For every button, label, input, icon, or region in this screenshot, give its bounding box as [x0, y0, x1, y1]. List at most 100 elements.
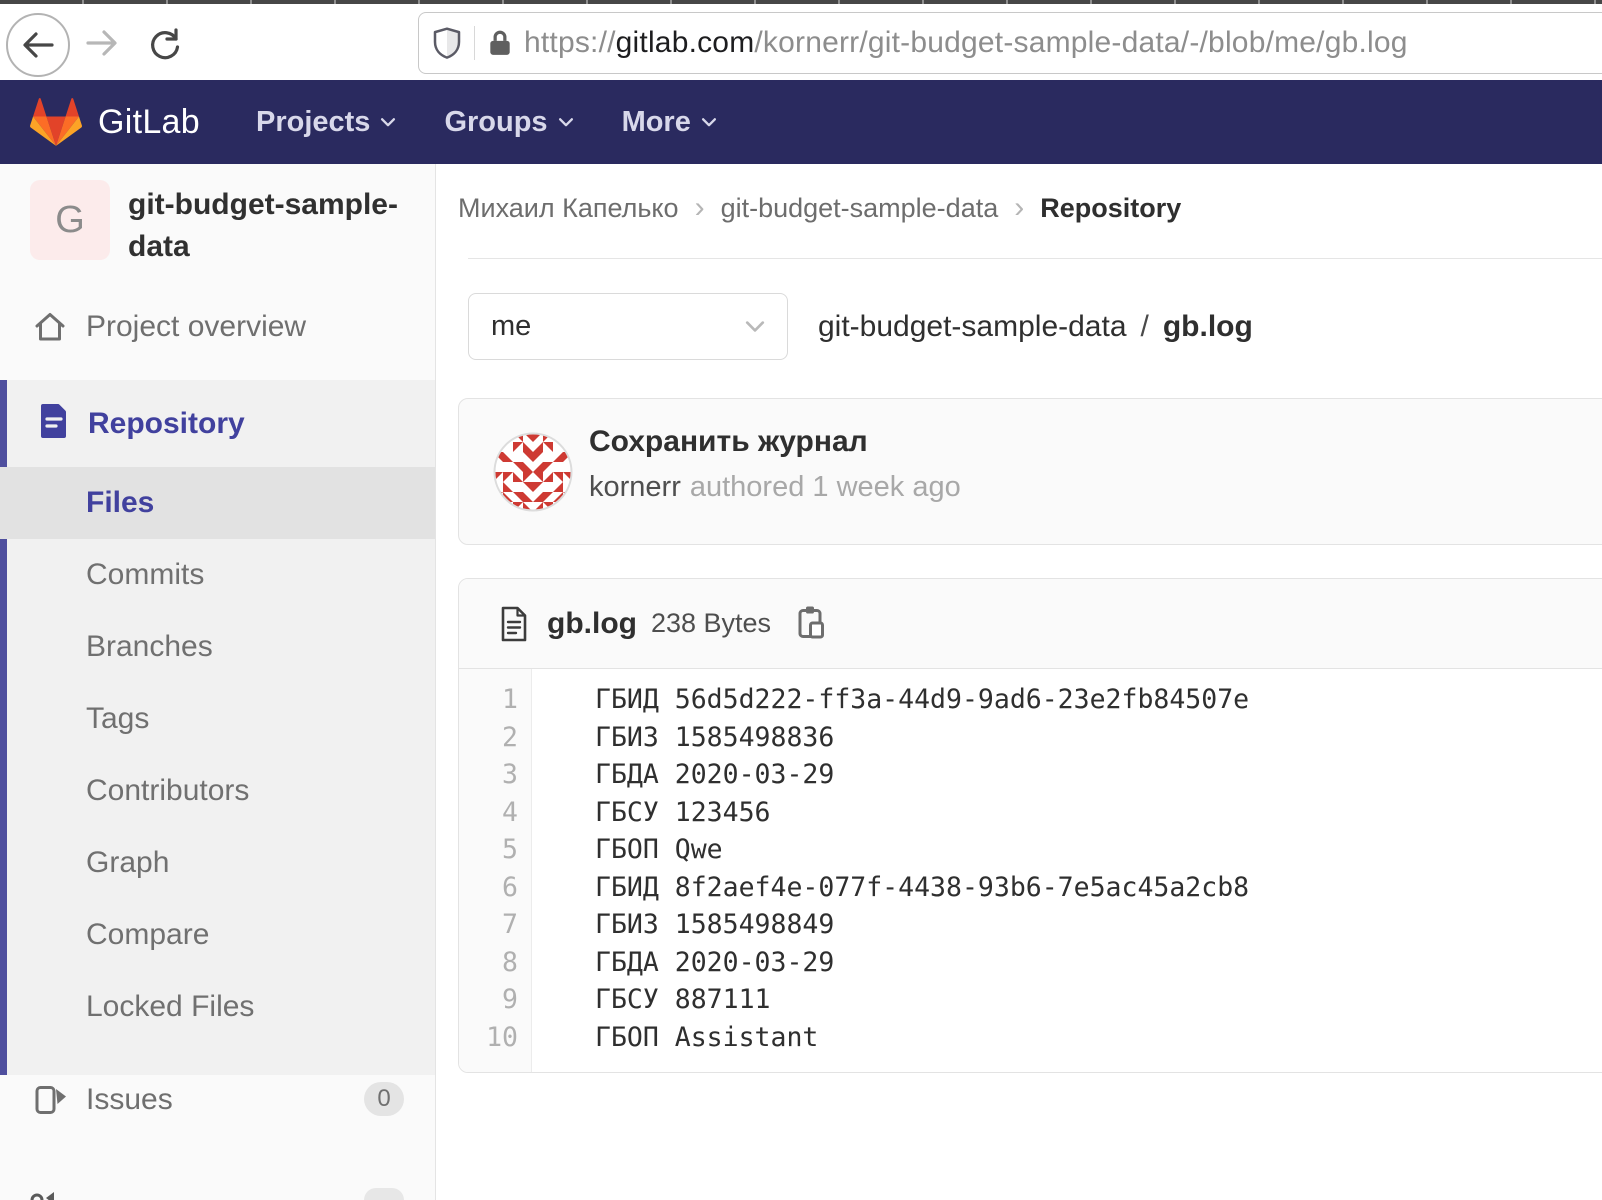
file-name: gb.log [547, 607, 637, 641]
line-number[interactable]: 6 [459, 869, 531, 907]
project-avatar[interactable]: G [30, 180, 110, 260]
code-line: 6ГБИД 8f2aef4e-077f-4438-93b6-7e5ac45a2c… [459, 869, 1602, 907]
browser-url-bar[interactable]: https://gitlab.com/kornerr/git-budget-sa… [418, 12, 1602, 74]
nav-menu-groups[interactable]: Groups [444, 106, 573, 139]
sidebar-item-label: Project overview [86, 310, 306, 344]
file-path: git-budget-sample-data / gb.log [818, 293, 1253, 360]
commit-author[interactable]: kornerr [589, 471, 681, 503]
file-header: gb.log 238 Bytes [459, 579, 1602, 669]
home-icon [32, 310, 68, 349]
line-content: ГБОП Assistant [531, 1019, 818, 1057]
code-line: 3ГБДА 2020-03-29 [459, 756, 1602, 794]
reload-icon [146, 26, 184, 64]
breadcrumb-divider [468, 258, 1602, 259]
code-line: 10ГБОП Assistant [459, 1019, 1602, 1057]
line-number[interactable]: 2 [459, 719, 531, 757]
url-scheme: https:// [524, 26, 616, 59]
sidebar-item-tags[interactable]: Tags [0, 683, 435, 755]
nav-menu-label: More [622, 106, 691, 139]
issues-icon [34, 1084, 70, 1123]
clipboard-copy-icon [797, 605, 827, 642]
breadcrumb-separator: › [1014, 191, 1024, 225]
chevron-down-icon [380, 117, 396, 128]
copy-file-contents-button[interactable] [797, 605, 827, 642]
nav-menu-label: Projects [256, 106, 370, 139]
last-commit-box: Сохранить журнал kornerr authored 1 week … [458, 398, 1602, 545]
code-line: 2ГБИЗ 1585498836 [459, 719, 1602, 757]
commit-byline: kornerr authored 1 week ago [589, 471, 961, 504]
browser-back-button[interactable] [6, 13, 70, 77]
line-number[interactable]: 7 [459, 906, 531, 944]
sidebar-item-branches[interactable]: Branches [0, 611, 435, 683]
browser-reload-button[interactable] [146, 26, 184, 69]
issues-count-badge: 0 [364, 1082, 404, 1116]
sidebar-item-contributors[interactable]: Contributors [0, 755, 435, 827]
url-text[interactable]: https://gitlab.com/kornerr/git-budget-sa… [524, 26, 1408, 60]
breadcrumb-current: Repository [1040, 193, 1181, 224]
line-content: ГБИЗ 1585498849 [531, 906, 834, 944]
code-line: 7ГБИЗ 1585498849 [459, 906, 1602, 944]
sidebar-item-files[interactable]: Files [0, 467, 435, 539]
code-line: 8ГБДА 2020-03-29 [459, 944, 1602, 982]
url-path: /kornerr/git-budget-sample-data/-/blob/m… [754, 26, 1407, 59]
merge-request-count-badge [364, 1188, 404, 1200]
line-number[interactable]: 4 [459, 794, 531, 832]
urlbar-divider [474, 26, 475, 60]
gitlab-navbar: GitLab Projects Groups More [0, 80, 1602, 164]
line-content: ГБСУ 887111 [531, 981, 771, 1019]
commit-author-avatar[interactable] [493, 432, 573, 512]
chevron-down-icon [745, 320, 765, 333]
sidebar-item-project-overview[interactable]: Project overview [0, 300, 436, 354]
code-line: 4ГБСУ 123456 [459, 794, 1602, 832]
merge-request-icon[interactable] [30, 1186, 60, 1200]
gitlab-logo-icon[interactable] [30, 98, 82, 146]
screen: https://gitlab.com/kornerr/git-budget-sa… [0, 0, 1602, 1200]
line-number[interactable]: 9 [459, 981, 531, 1019]
sidebar-item-graph[interactable]: Graph [0, 827, 435, 899]
sidebar-item-commits[interactable]: Commits [0, 539, 435, 611]
sidebar-item-label: Repository [88, 407, 245, 441]
line-content: ГБДА 2020-03-29 [531, 944, 834, 982]
line-content: ГБИД 8f2aef4e-077f-4438-93b6-7e5ac45a2cb… [531, 869, 1249, 907]
code-lines: 1ГБИД 56d5d222-ff3a-44d9-9ad6-23e2fb8450… [459, 681, 1602, 1056]
line-content: ГБОП Qwe [531, 831, 723, 869]
chevron-down-icon [701, 117, 717, 128]
sidebar-item-repository[interactable]: Repository [0, 380, 435, 467]
browser-forward-button[interactable] [84, 27, 120, 64]
line-number[interactable]: 10 [459, 1019, 531, 1057]
line-number[interactable]: 5 [459, 831, 531, 869]
line-number[interactable]: 8 [459, 944, 531, 982]
arrow-right-icon [84, 27, 120, 59]
nav-menu-more[interactable]: More [622, 106, 717, 139]
breadcrumb-user[interactable]: Михаил Капелько [458, 193, 679, 224]
file-viewer: gb.log 238 Bytes 1ГБИД 56d5d222-ff3a-44d… [458, 578, 1602, 1073]
nav-menu-projects[interactable]: Projects [256, 106, 396, 139]
branch-selector[interactable]: me [468, 293, 788, 360]
chevron-down-icon [558, 117, 574, 128]
sidebar-item-locked-files[interactable]: Locked Files [0, 971, 435, 1043]
code-line: 5ГБОП Qwe [459, 831, 1602, 869]
commit-meta: authored 1 week ago [690, 471, 961, 503]
file-path-repo[interactable]: git-budget-sample-data [818, 310, 1127, 344]
commit-title[interactable]: Сохранить журнал [589, 425, 868, 459]
line-number[interactable]: 3 [459, 756, 531, 794]
gitlab-brand[interactable]: GitLab [98, 103, 200, 142]
breadcrumb: Михаил Капелько › git-budget-sample-data… [458, 190, 1181, 226]
shield-icon[interactable] [433, 27, 461, 59]
breadcrumb-project[interactable]: git-budget-sample-data [721, 193, 999, 224]
sidebar-section-repository: Repository Files Commits Branches Tags C… [0, 380, 435, 1075]
line-number[interactable]: 1 [459, 681, 531, 719]
file-path-file: gb.log [1163, 310, 1253, 344]
project-name[interactable]: git-budget-sample-data [128, 184, 406, 268]
document-icon [38, 403, 70, 444]
sidebar-item-compare[interactable]: Compare [0, 899, 435, 971]
project-sidebar: G git-budget-sample-data Project overvie… [0, 164, 436, 1200]
nav-menu-label: Groups [444, 106, 547, 139]
sidebar-item-label: Issues [86, 1083, 173, 1117]
lock-icon [488, 29, 512, 57]
branch-selector-value: me [491, 310, 531, 343]
breadcrumb-separator: › [695, 191, 705, 225]
repository-subitems: Files Commits Branches Tags Contributors… [0, 467, 435, 1043]
sidebar-item-issues[interactable]: Issues 0 [0, 1076, 435, 1126]
code-viewer: 1ГБИД 56d5d222-ff3a-44d9-9ad6-23e2fb8450… [459, 669, 1602, 1073]
